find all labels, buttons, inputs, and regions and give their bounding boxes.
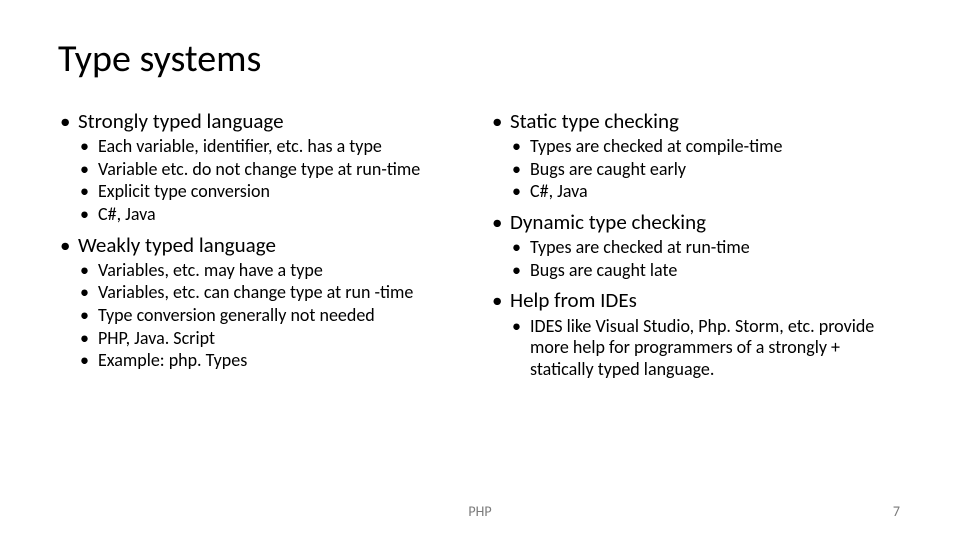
list-subitem: C#, Java [510,181,902,203]
left-column: Strongly typed language Each variable, i… [58,108,470,387]
footer-label: PHP [468,503,491,520]
list-subitem: Bugs are caught late [510,260,902,282]
slide-title: Type systems [58,36,902,82]
list-subitem: Explicit type conversion [78,181,470,203]
list-item-label: Static type checking [510,108,679,134]
list-item-label: Strongly typed language [78,108,284,134]
content-columns: Strongly typed language Each variable, i… [58,108,902,387]
right-column: Static type checking Types are checked a… [490,108,902,387]
list-item: Help from IDEs IDES like Visual Studio, … [490,287,902,380]
slide: Type systems Strongly typed language Eac… [0,0,960,540]
list-item: Static type checking Types are checked a… [490,108,902,203]
list-subitem: PHP, Java. Script [78,328,470,350]
list-subitem: Each variable, identifier, etc. has a ty… [78,136,470,158]
list-item-label: Weakly typed language [78,232,276,258]
list-subitem: IDES like Visual Studio, Php. Storm, etc… [510,316,902,381]
slide-footer: PHP 7 [0,503,960,520]
list-subitem: Example: php. Types [78,350,470,372]
list-subitem: Variables, etc. may have a type [78,260,470,282]
list-subitem: C#, Java [78,204,470,226]
list-subitem: Bugs are caught early [510,159,902,181]
list-subitem: Variables, etc. can change type at run -… [78,282,470,304]
list-item-label: Help from IDEs [510,287,637,313]
list-subitem: Types are checked at run-time [510,237,902,259]
list-subitem: Variable etc. do not change type at run-… [78,159,470,181]
list-subitem: Types are checked at compile-time [510,136,902,158]
list-item-label: Dynamic type checking [510,209,706,235]
list-item: Strongly typed language Each variable, i… [58,108,470,226]
list-item: Dynamic type checking Types are checked … [490,209,902,281]
list-item: Weakly typed language Variables, etc. ma… [58,232,470,372]
list-subitem: Type conversion generally not needed [78,305,470,327]
slide-number: 7 [893,503,900,520]
